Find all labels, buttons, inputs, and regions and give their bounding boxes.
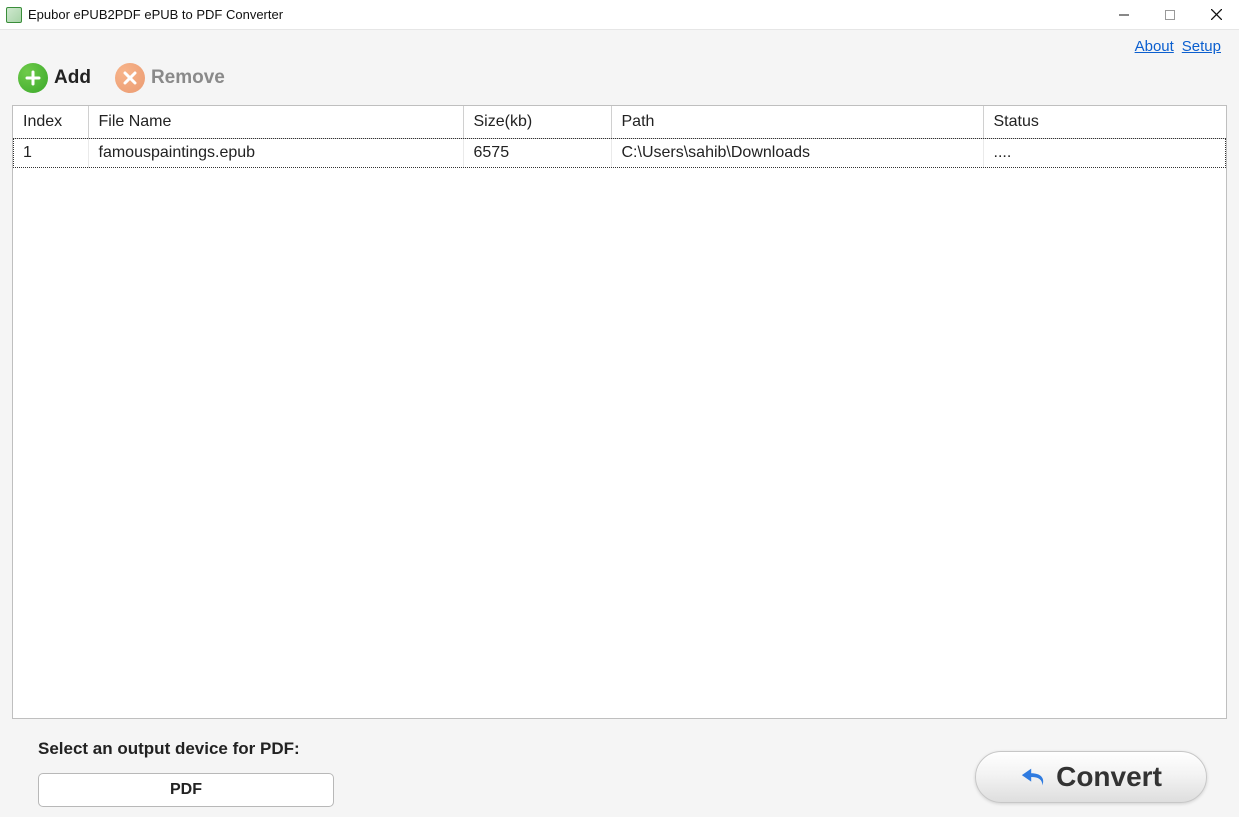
table-header-row: Index File Name Size(kb) Path Status (13, 106, 1226, 138)
x-circle-icon (115, 63, 145, 93)
output-block: Select an output device for PDF: PDF (38, 739, 334, 807)
column-header-status[interactable]: Status (983, 106, 1226, 138)
table-row[interactable]: 1 famouspaintings.epub 6575 C:\Users\sah… (13, 138, 1226, 168)
app-icon (6, 7, 22, 23)
column-header-filename[interactable]: File Name (88, 106, 463, 138)
cell-path: C:\Users\sahib\Downloads (611, 138, 983, 168)
remove-button[interactable]: Remove (115, 63, 225, 93)
file-table: Index File Name Size(kb) Path Status 1 f… (13, 106, 1226, 168)
about-link[interactable]: About (1135, 38, 1174, 55)
cell-index: 1 (13, 138, 88, 168)
undo-arrow-icon (1020, 763, 1048, 791)
setup-link[interactable]: Setup (1182, 38, 1221, 55)
convert-button-label: Convert (1056, 761, 1162, 793)
cell-filename: famouspaintings.epub (88, 138, 463, 168)
convert-button[interactable]: Convert (975, 751, 1207, 803)
column-header-path[interactable]: Path (611, 106, 983, 138)
top-links: About Setup (12, 30, 1227, 57)
add-button[interactable]: Add (18, 63, 91, 93)
remove-button-label: Remove (151, 67, 225, 89)
footer: Select an output device for PDF: PDF Con… (12, 719, 1227, 817)
output-device-select[interactable]: PDF (38, 773, 334, 807)
window-controls (1101, 0, 1239, 29)
column-header-index[interactable]: Index (13, 106, 88, 138)
file-grid: Index File Name Size(kb) Path Status 1 f… (12, 105, 1227, 719)
title-bar: Epubor ePUB2PDF ePUB to PDF Converter (0, 0, 1239, 30)
window-title: Epubor ePUB2PDF ePUB to PDF Converter (28, 7, 283, 22)
cell-status: .... (983, 138, 1226, 168)
title-left: Epubor ePUB2PDF ePUB to PDF Converter (6, 7, 283, 23)
minimize-button[interactable] (1101, 0, 1147, 29)
output-device-label: Select an output device for PDF: (38, 739, 334, 759)
toolbar: Add Remove (12, 57, 1227, 105)
close-button[interactable] (1193, 0, 1239, 29)
cell-size: 6575 (463, 138, 611, 168)
maximize-button[interactable] (1147, 0, 1193, 29)
add-button-label: Add (54, 67, 91, 89)
column-header-size[interactable]: Size(kb) (463, 106, 611, 138)
plus-circle-icon (18, 63, 48, 93)
content-area: About Setup Add Remove Index File Name S… (0, 30, 1239, 817)
